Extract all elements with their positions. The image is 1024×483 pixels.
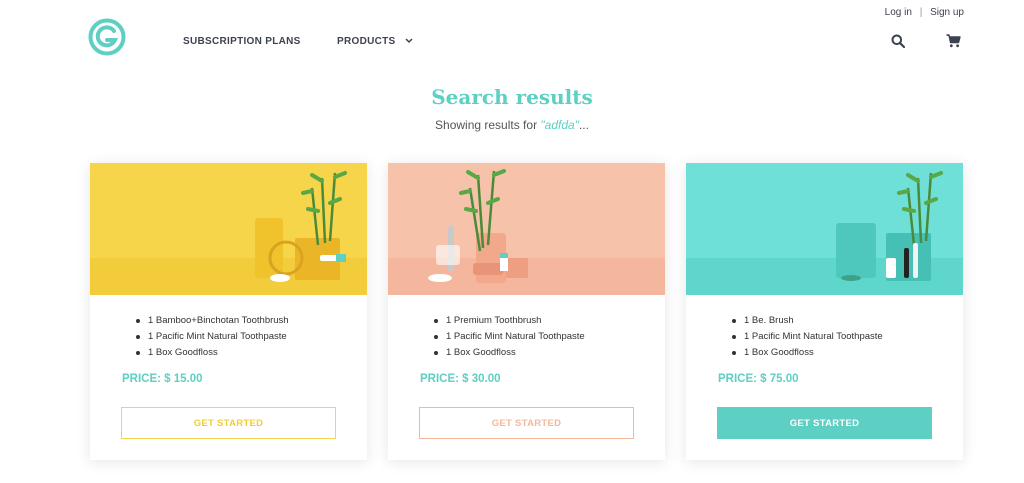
product-card: 1 Be. Brush 1 Pacific Mint Natural Tooth… [686, 163, 963, 460]
feature-item: 1 Box Goodfloss [434, 345, 665, 361]
feature-item: 1 Premium Toothbrush [434, 313, 665, 329]
showing-prefix: Showing results for [435, 118, 541, 132]
circle-g-logo-icon [88, 18, 126, 56]
feature-item: 1 Pacific Mint Natural Toothpaste [136, 329, 367, 345]
signup-link[interactable]: Sign up [930, 7, 964, 18]
feature-item: 1 Bamboo+Binchotan Toothbrush [136, 313, 367, 329]
feature-item: 1 Box Goodfloss [732, 345, 963, 361]
get-started-button[interactable]: GET STARTED [419, 407, 634, 439]
product-image [90, 163, 367, 295]
price-label: PRICE: $ 75.00 [718, 373, 799, 385]
logo[interactable] [88, 18, 126, 56]
nav-products-label: PRODUCTS [337, 36, 396, 48]
get-started-button[interactable]: GET STARTED [121, 407, 336, 439]
results-subtitle: Showing results for "adfda"... [0, 118, 1024, 132]
product-image [686, 163, 963, 295]
auth-links: Log in | Sign up [885, 7, 964, 18]
nav-subscription-plans[interactable]: SUBSCRIPTION PLANS [183, 36, 301, 47]
feature-item: 1 Box Goodfloss [136, 345, 367, 361]
search-query: "adfda" [540, 118, 579, 132]
product-card: 1 Premium Toothbrush 1 Pacific Mint Natu… [388, 163, 665, 460]
cart-icon[interactable] [946, 34, 961, 48]
feature-item: 1 Pacific Mint Natural Toothpaste [732, 329, 963, 345]
chevron-down-icon [405, 36, 413, 47]
feature-item: 1 Be. Brush [732, 313, 963, 329]
feature-list: 1 Bamboo+Binchotan Toothbrush 1 Pacific … [136, 313, 367, 361]
get-started-button[interactable]: GET STARTED [717, 407, 932, 439]
page-title: Search results [431, 85, 593, 109]
search-icon[interactable] [891, 34, 906, 49]
auth-separator: | [919, 7, 923, 18]
feature-item: 1 Pacific Mint Natural Toothpaste [434, 329, 665, 345]
price-label: PRICE: $ 30.00 [420, 373, 501, 385]
showing-suffix: ... [578, 118, 589, 132]
login-link[interactable]: Log in [885, 7, 912, 18]
feature-list: 1 Premium Toothbrush 1 Pacific Mint Natu… [434, 313, 665, 361]
price-label: PRICE: $ 15.00 [122, 373, 203, 385]
feature-list: 1 Be. Brush 1 Pacific Mint Natural Tooth… [732, 313, 963, 361]
product-image [388, 163, 665, 295]
product-card: 1 Bamboo+Binchotan Toothbrush 1 Pacific … [90, 163, 367, 460]
nav-products[interactable]: PRODUCTS [337, 36, 413, 47]
